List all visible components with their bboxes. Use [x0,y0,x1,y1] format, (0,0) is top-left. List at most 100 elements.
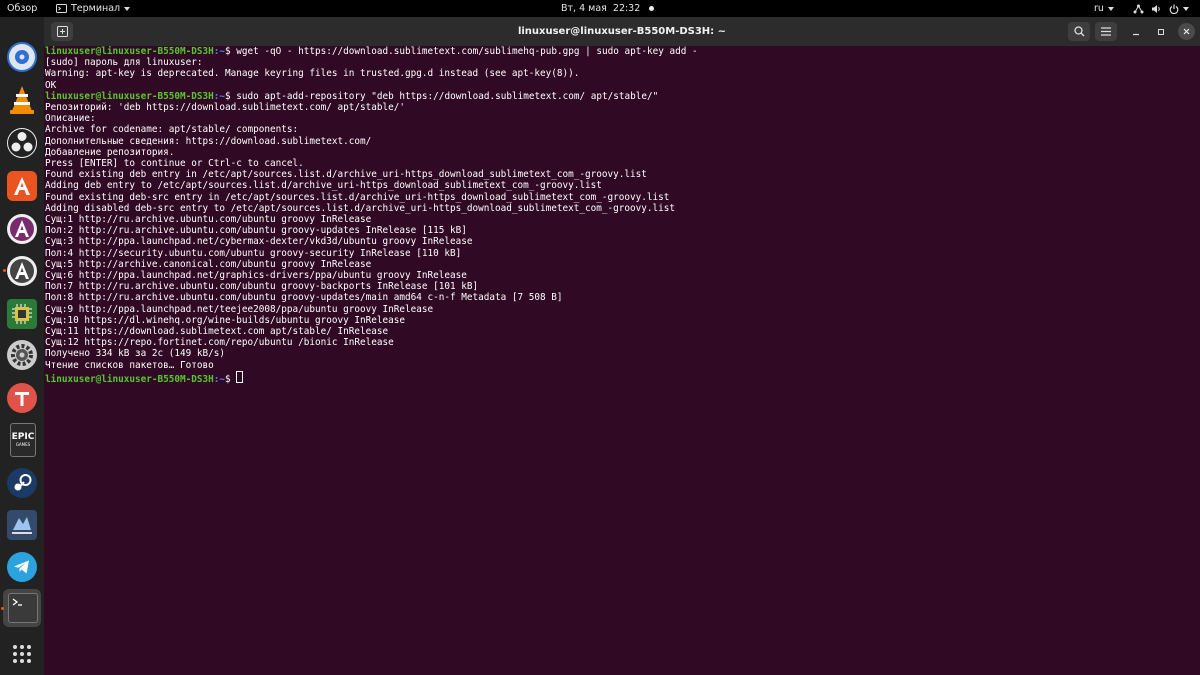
line-text: Warning: apt-key is deprecated. Manage k… [45,68,580,80]
line-text: Adding disabled deb-src entry to /etc/ap… [45,202,676,214]
text-cursor [236,370,244,383]
terminal-output-line: Сущ:9 http://ppa.launchpad.net/teejee200… [45,304,1192,315]
notification-dot-icon [649,6,655,11]
epic-games-icon[interactable]: EPIC GAMES [10,423,36,457]
chip-app-icon[interactable] [7,299,37,329]
prompt-path: :~ [213,373,226,385]
show-apps-grid-icon[interactable] [7,639,37,669]
top-bar: Обзор Терминал Вт, 4 мая 22:32 ru [0,0,1200,17]
terminal-output-line: OK [45,80,1192,91]
line-text: Сущ:5 http://archive.canonical.com/ubunt… [45,258,372,270]
volume-icon [1152,4,1160,13]
system-menu[interactable] [1133,0,1189,17]
restore-icon [1158,28,1164,35]
steam-icon[interactable] [7,468,37,498]
telegram-icon[interactable] [7,552,37,582]
keyboard-layout-label: ru [1094,3,1104,14]
terminal-output-line: Добавление репозитория. [45,147,1192,158]
line-text: Сущ:11 https://download.sublimetext.com … [45,326,389,338]
terminal-output-line: Сущ:10 https://dl.winehq.org/wine-builds… [45,315,1192,326]
terminal-output-line: [sudo] пароль для linuxuser: [45,57,1192,68]
chevron-down-icon [124,6,131,11]
line-text: Дополнительные сведения: https://downloa… [45,135,372,147]
dock: EPIC GAMES [0,17,44,675]
terminal-output-line: Press [ENTER] to continue or Ctrl-c to c… [45,158,1192,169]
line-text: Пол:8 http://ru.archive.ubuntu.com/ubunt… [45,292,563,304]
terminal-output-line: Archive for codename: apt/stable/ compon… [45,124,1192,135]
line-text: Archive for codename: apt/stable/ compon… [45,124,299,136]
line-text: Репозиторий: 'deb https://download.subli… [45,102,406,114]
line-text: Пол:7 http://ru.archive.ubuntu.com/ubunt… [45,281,479,293]
terminal-icon[interactable] [8,593,38,623]
line-text: Получено 334 kB за 2с (149 kB/s) [45,348,226,360]
obs-studio-icon[interactable] [7,128,37,158]
terminal-output-line: Сущ:11 https://download.sublimetext.com … [45,326,1192,337]
window-titlebar[interactable]: linuxuser@linuxuser-B550M-DS3H: ~ [44,17,1200,46]
terminal-output-line: Пол:2 http://ru.archive.ubuntu.com/ubunt… [45,225,1192,236]
line-text: Добавление репозитория. [45,146,175,158]
app-icon-a-2[interactable] [7,256,37,286]
settings-gear-icon[interactable] [7,340,37,370]
line-text: [sudo] пароль для linuxuser: [45,57,203,69]
close-button[interactable] [1178,23,1195,40]
power-icon [1169,4,1179,14]
terminal-output-line: Adding disabled deb-src entry to /etc/ap… [45,203,1192,214]
chevron-down-icon [1183,6,1189,11]
terminal-output-line: Found existing deb entry in /etc/apt/sou… [45,169,1192,180]
line-text: Описание: [45,113,96,125]
terminal-icon [56,4,67,13]
close-icon [1183,28,1190,35]
minimize-button[interactable] [1126,22,1146,41]
line-text: Сущ:12 https://repo.fortinet.com/repo/ub… [45,337,394,349]
terminal-output-line: Пол:7 http://ru.archive.ubuntu.com/ubunt… [45,281,1192,292]
terminal-output-line: Сущ:5 http://archive.canonical.com/ubunt… [45,259,1192,270]
line-text: Чтение списков пакетов… Готово [45,359,214,371]
search-button[interactable] [1068,22,1090,41]
menu-button[interactable] [1095,22,1117,41]
app-menu[interactable]: Терминал [56,0,131,17]
hamburger-menu-icon [1101,27,1111,36]
prompt-path: :~ [213,46,226,57]
terminal-window: linuxuser@linuxuser-B550M-DS3H: ~ linuxu… [44,17,1200,675]
line-text: Found existing deb-src entry in /etc/apt… [45,191,670,203]
window-title: linuxuser@linuxuser-B550M-DS3H: ~ [517,26,727,37]
line-text: wget -qO - https://download.sublimetext.… [230,46,698,57]
prompt-user-host: linuxuser@linuxuser-B550M-DS3H [45,90,214,102]
terminal-command-line: linuxuser@linuxuser-B550M-DS3H:~$ wget -… [45,46,1192,57]
software-center-icon[interactable] [7,171,37,201]
prompt-path: :~ [213,90,226,102]
battle-app-icon[interactable] [7,510,37,540]
clock[interactable]: Вт, 4 мая 22:32 [561,0,655,17]
line-text: Сущ:1 http://ru.archive.ubuntu.com/ubunt… [45,214,372,226]
app-menu-label: Терминал [71,3,121,14]
line-text: OK [45,79,57,91]
line-text: Пол:2 http://ru.archive.ubuntu.com/ubunt… [45,225,467,237]
app-icon-a-1[interactable] [7,214,37,244]
terminal-output-line: Сущ:1 http://ru.archive.ubuntu.com/ubunt… [45,214,1192,225]
network-icon [1133,4,1144,13]
terminal-output[interactable]: linuxuser@linuxuser-B550M-DS3H:~$ wget -… [45,46,1192,385]
disks-icon[interactable] [7,42,37,72]
running-indicator [1,607,4,610]
line-text: Пол:4 http://security.ubuntu.com/ubuntu … [45,247,462,259]
vlc-icon[interactable] [7,85,37,115]
keyboard-layout-menu[interactable]: ru [1094,0,1114,17]
minimize-icon [1133,33,1139,35]
terminal-output-line: Получено 334 kB за 2с (149 kB/s) [45,348,1192,359]
clock-label: Вт, 4 мая 22:32 [561,3,641,14]
terminal-output-line: Found existing deb-src entry in /etc/apt… [45,192,1192,203]
tor-flame-icon[interactable] [7,383,37,413]
terminal-output-line: Описание: [45,113,1192,124]
epic-logo-subtext: GAMES [15,442,31,447]
prompt-user-host: linuxuser@linuxuser-B550M-DS3H [45,373,214,385]
line-text: Adding deb entry to /etc/apt/sources.lis… [45,180,602,192]
terminal-output-line: Сущ:3 http://ppa.launchpad.net/cybermax-… [45,236,1192,247]
terminal-output-line: Дополнительные сведения: https://downloa… [45,136,1192,147]
activities-button[interactable]: Обзор [7,0,37,17]
restore-button[interactable] [1151,22,1171,41]
line-text: Press [ENTER] to continue or Ctrl-c to c… [45,158,304,170]
line-text: Сущ:3 http://ppa.launchpad.net/cybermax-… [45,236,473,248]
terminal-command-line: linuxuser@linuxuser-B550M-DS3H:~$ [45,370,1192,385]
terminal-output-line: Репозиторий: 'deb https://download.subli… [45,102,1192,113]
line-text: sudo apt-add-repository "deb https://dow… [230,90,659,102]
